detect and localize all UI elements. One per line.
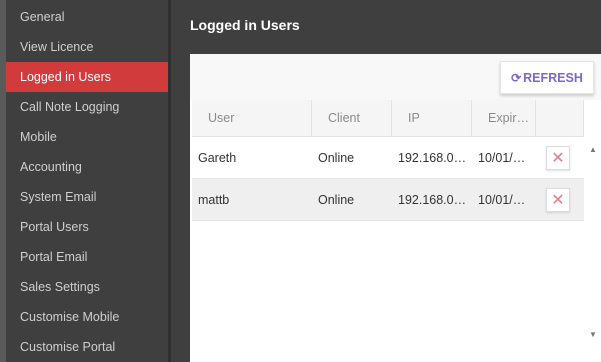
sidebar-item-label: Portal Email	[20, 250, 88, 264]
close-icon: ✕	[551, 192, 565, 209]
cell-expiry: 10/01/…	[478, 150, 526, 165]
table-header: User Client IP Expir…	[192, 100, 584, 137]
sidebar-item-label: Portal Users	[20, 220, 89, 234]
sidebar-item-sales-settings[interactable]: Sales Settings	[6, 272, 168, 302]
sidebar-item-label: Sales Settings	[20, 280, 100, 294]
column-header-expiry[interactable]: Expir…	[472, 100, 536, 136]
scroll-up-icon[interactable]: ▲	[588, 144, 598, 154]
sidebar-item-customise-mobile[interactable]: Customise Mobile	[6, 302, 168, 332]
users-table: User Client IP Expir… Gareth Online 192.…	[192, 100, 601, 362]
sidebar-item-customise-portal[interactable]: Customise Portal	[6, 332, 168, 362]
cell-ip: 192.168.0…	[398, 192, 467, 207]
sidebar-item-label: Mobile	[20, 130, 57, 144]
refresh-button[interactable]: ⟳ REFRESH	[500, 61, 594, 94]
cell-client: Online	[318, 150, 355, 165]
column-header-client[interactable]: Client	[312, 100, 392, 136]
cell-user: Gareth	[198, 150, 237, 165]
sidebar-item-label: Call Note Logging	[20, 100, 120, 114]
sidebar-item-label: General	[20, 10, 65, 24]
sidebar-item-mobile[interactable]: Mobile	[6, 122, 168, 152]
sidebar-item-label: View Licence	[20, 40, 94, 54]
sidebar-item-portal-users[interactable]: Portal Users	[6, 212, 168, 242]
sidebar-item-call-note-logging[interactable]: Call Note Logging	[6, 92, 168, 122]
table-row[interactable]: mattb Online 192.168.0… 10/01/… ✕	[192, 179, 584, 221]
cell-client: Online	[318, 192, 355, 207]
vertical-scrollbar[interactable]: ▲ ▼	[586, 145, 601, 343]
sidebar-item-portal-email[interactable]: Portal Email	[6, 242, 168, 272]
refresh-label: REFRESH	[523, 70, 583, 85]
sidebar-item-label: Accounting	[20, 160, 82, 174]
logout-user-button[interactable]: ✕	[546, 146, 570, 170]
scroll-down-icon[interactable]: ▼	[588, 329, 598, 339]
sidebar-item-logged-in-users[interactable]: Logged in Users	[6, 62, 168, 92]
column-header-ip[interactable]: IP	[392, 100, 472, 136]
close-icon: ✕	[551, 150, 565, 167]
cell-expiry: 10/01/…	[478, 192, 526, 207]
sidebar-item-label: Customise Portal	[20, 340, 116, 354]
sidebar-item-label: System Email	[20, 190, 97, 204]
logout-user-button[interactable]: ✕	[546, 188, 570, 212]
main-content: Logged in Users ⟳ REFRESH User Client IP…	[171, 0, 601, 362]
sidebar-item-general[interactable]: General	[6, 2, 168, 32]
column-header-actions	[536, 100, 584, 136]
page-title: Logged in Users	[190, 17, 300, 33]
sidebar-item-accounting[interactable]: Accounting	[6, 152, 168, 182]
cell-ip: 192.168.0…	[398, 150, 467, 165]
settings-sidebar: General View Licence Logged in Users Cal…	[0, 0, 168, 362]
toolbar: ⟳ REFRESH	[190, 54, 601, 100]
column-header-user[interactable]: User	[192, 100, 312, 136]
sidebar-item-label: Customise Mobile	[20, 310, 120, 324]
sidebar-item-label: Logged in Users	[20, 70, 112, 84]
logged-in-users-panel: ⟳ REFRESH User Client IP Expir… Gareth O…	[190, 54, 601, 362]
cell-user: mattb	[198, 192, 230, 207]
sidebar-item-system-email[interactable]: System Email	[6, 182, 168, 212]
table-row[interactable]: Gareth Online 192.168.0… 10/01/… ✕	[192, 137, 584, 179]
refresh-icon: ⟳	[511, 70, 522, 85]
sidebar-item-view-licence[interactable]: View Licence	[6, 32, 168, 62]
